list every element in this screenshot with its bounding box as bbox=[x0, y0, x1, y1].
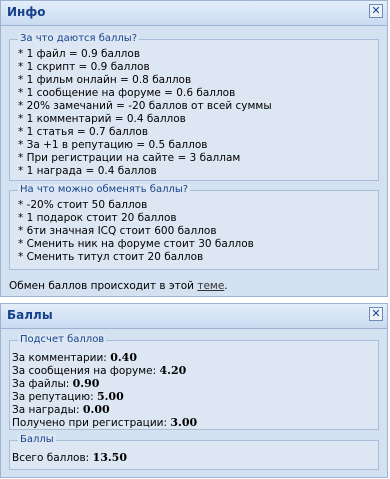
earn-fieldset: За что даются баллы? * 1 файл = 0.9 балл… bbox=[9, 33, 379, 181]
points-close-icon[interactable]: ✕ bbox=[369, 307, 383, 321]
row-value: 4.20 bbox=[159, 364, 187, 377]
list-item: * За +1 в репутацию = 0.5 баллов bbox=[18, 139, 208, 151]
count-row-reputation: За репутацию: 5.00 bbox=[12, 390, 197, 403]
earn-list: * 1 файл = 0.9 баллов * 1 скрипт = 0.9 б… bbox=[18, 48, 272, 178]
row-label: За награды: bbox=[12, 404, 83, 416]
total-legend: Баллы bbox=[18, 434, 56, 445]
total-label: Всего баллов: bbox=[12, 452, 93, 464]
list-item: * Сменить титул стоит 20 баллов bbox=[18, 251, 204, 263]
list-item: * 1 награда = 0.4 баллов bbox=[18, 165, 157, 177]
count-legend: Подсчет баллов bbox=[18, 334, 107, 345]
row-value: 0.40 bbox=[110, 351, 137, 364]
row-value: 3.00 bbox=[170, 416, 198, 429]
count-row-files: За файлы: 0.90 bbox=[12, 377, 197, 390]
row-label: За репутацию: bbox=[12, 391, 97, 403]
exchange-note-prefix: Обмен баллов происходит в этой bbox=[9, 280, 198, 292]
list-item: * 1 файл = 0.9 баллов bbox=[18, 48, 141, 60]
row-value: 0.00 bbox=[82, 403, 110, 416]
row-label: Получено при регистрации: bbox=[12, 417, 171, 429]
total-value: 13.50 bbox=[92, 451, 127, 464]
exchange-topic-link[interactable]: теме bbox=[197, 280, 224, 292]
row-value: 5.00 bbox=[96, 390, 124, 403]
list-item: * 1 подарок стоит 20 баллов bbox=[18, 212, 177, 224]
list-item: * 1 скрипт = 0.9 баллов bbox=[18, 61, 150, 73]
row-label: За комментарии: bbox=[12, 352, 111, 364]
list-item: * -20% стоит 50 баллов bbox=[18, 199, 148, 211]
count-rows: За комментарии: 0.40 За сообщения на фор… bbox=[12, 351, 197, 429]
points-panel-header: Баллы ✕ bbox=[1, 304, 387, 329]
count-fieldset: Подсчет баллов За комментарии: 0.40 За с… bbox=[9, 334, 379, 430]
info-panel-header: Инфо ✕ bbox=[1, 1, 387, 26]
list-item: * 1 фильм онлайн = 0.8 баллов bbox=[18, 74, 192, 86]
points-panel: Баллы ✕ Подсчет баллов За комментарии: 0… bbox=[0, 303, 388, 478]
total-fieldset: Баллы Всего баллов: 13.50 bbox=[9, 434, 379, 470]
list-item: * 6ти значная ICQ стоит 600 баллов bbox=[18, 225, 217, 237]
spend-list: * -20% стоит 50 баллов * 1 подарок стоит… bbox=[18, 199, 254, 264]
info-panel-title: Инфо bbox=[7, 5, 46, 19]
points-panel-title: Баллы bbox=[7, 308, 53, 322]
info-close-icon[interactable]: ✕ bbox=[369, 4, 383, 18]
count-row-registration: Получено при регистрации: 3.00 bbox=[12, 416, 197, 429]
total-row: Всего баллов: 13.50 bbox=[12, 451, 127, 464]
exchange-note: Обмен баллов происходит в этой теме. bbox=[9, 280, 228, 292]
earn-legend: За что даются баллы? bbox=[18, 33, 140, 44]
list-item: * При регистрации на сайте = 3 баллам bbox=[18, 152, 241, 164]
list-item: * 1 комментарий = 0.4 баллов bbox=[18, 113, 186, 125]
info-panel: Инфо ✕ За что даются баллы? * 1 файл = 0… bbox=[0, 0, 388, 297]
spend-legend: На что можно обменять баллы? bbox=[18, 184, 191, 195]
list-item: * Сменить ник на форуме стоит 30 баллов bbox=[18, 238, 254, 250]
count-row-awards: За награды: 0.00 bbox=[12, 403, 197, 416]
spend-fieldset: На что можно обменять баллы? * -20% стои… bbox=[9, 184, 379, 270]
list-item: * 1 сообщение на форуме = 0.6 баллов bbox=[18, 87, 236, 99]
row-label: За файлы: bbox=[12, 378, 73, 390]
row-label: За сообщения на форуме: bbox=[12, 365, 160, 377]
list-item: * 20% замечаний = -20 баллов от всей сум… bbox=[18, 100, 272, 112]
list-item: * 1 статья = 0.7 баллов bbox=[18, 126, 149, 138]
count-row-comments: За комментарии: 0.40 bbox=[12, 351, 197, 364]
row-value: 0.90 bbox=[72, 377, 100, 390]
count-row-forum: За сообщения на форуме: 4.20 bbox=[12, 364, 197, 377]
exchange-note-suffix: . bbox=[224, 280, 228, 292]
